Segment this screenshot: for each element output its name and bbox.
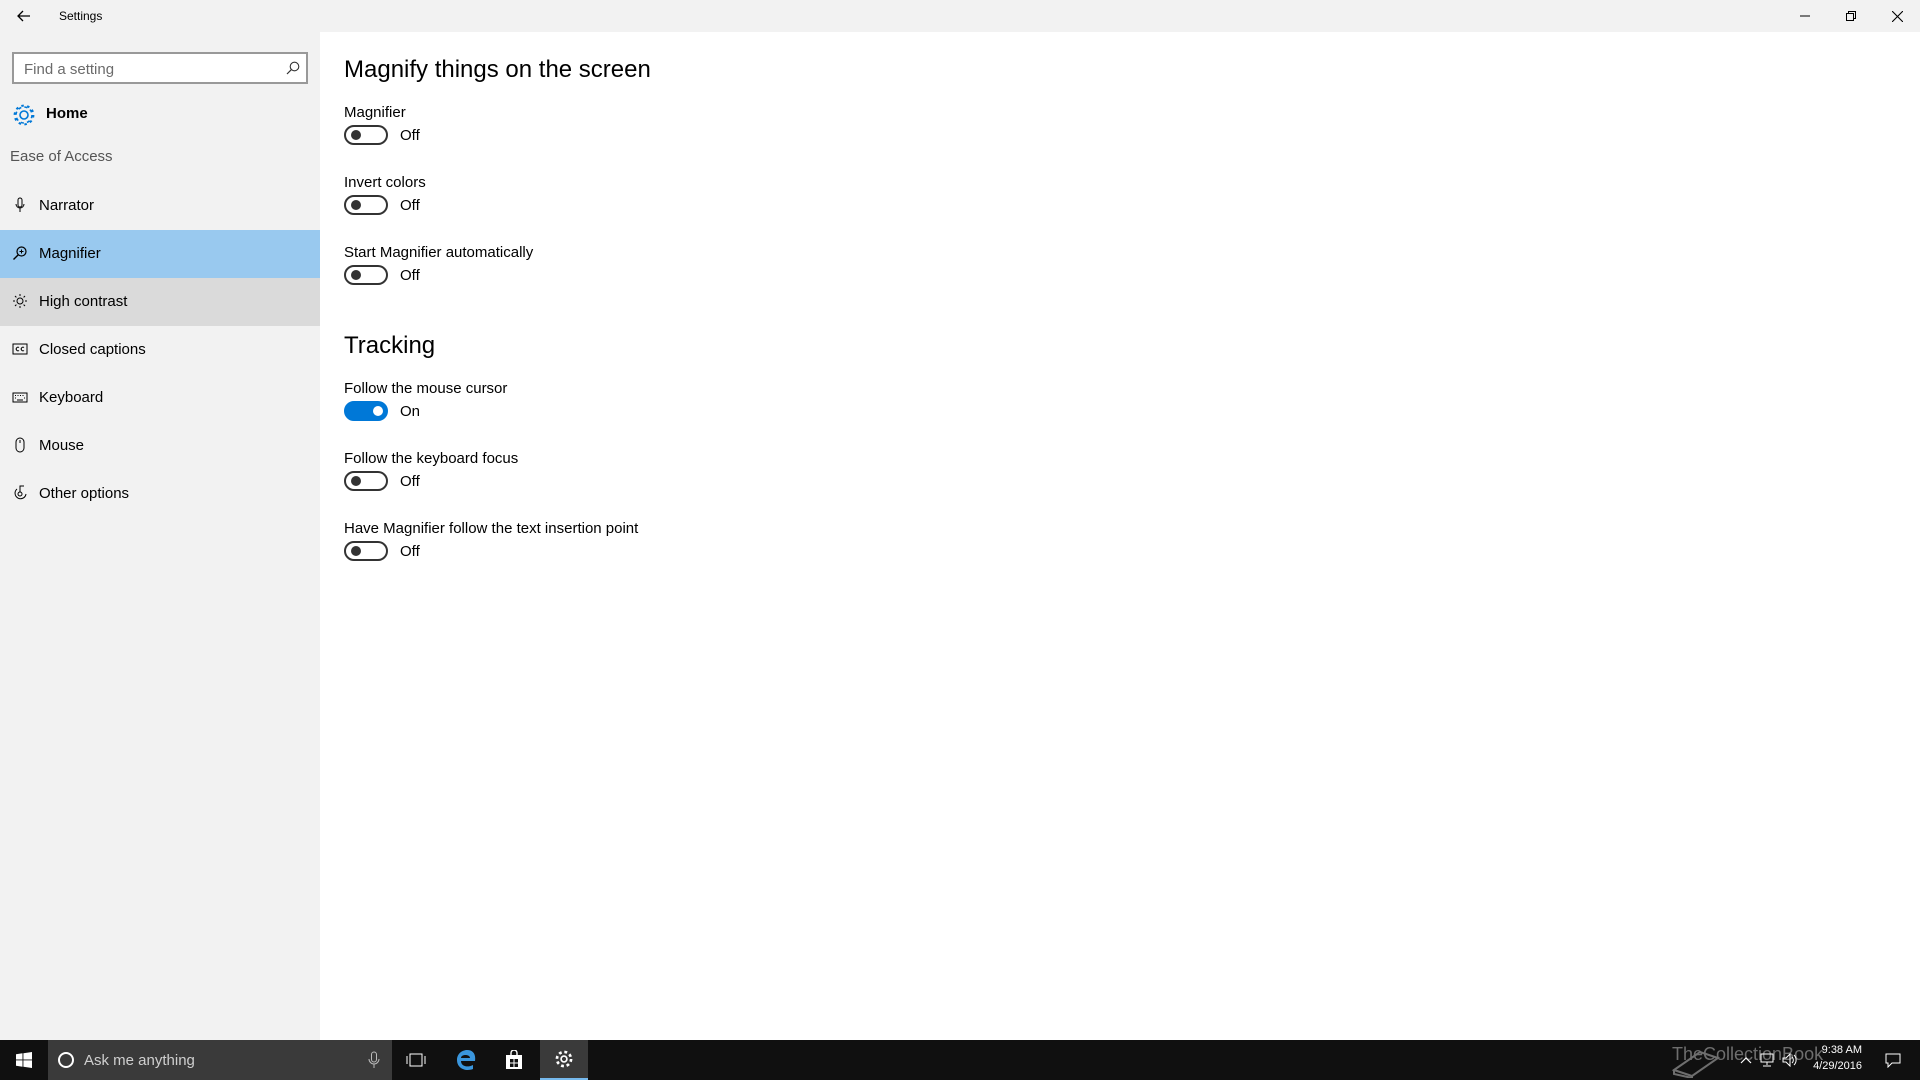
cortana-placeholder: Ask me anything — [84, 1052, 195, 1069]
search-placeholder: Find a setting — [24, 61, 115, 78]
task-view-icon — [406, 1053, 426, 1067]
toggle-knob — [351, 200, 361, 210]
settings-gear-icon — [555, 1050, 573, 1068]
cortana-search-box[interactable]: Ask me anything — [48, 1040, 392, 1080]
setting-follow-keyboard-focus: Follow the keyboard focus Off — [344, 450, 944, 506]
captions-icon — [12, 343, 28, 355]
sidebar-item-high-contrast[interactable]: High contrast — [0, 278, 320, 326]
magnifier-toggle[interactable] — [344, 125, 388, 145]
title-bar: Settings — [0, 0, 1920, 32]
setting-invert-colors: Invert colors Off — [344, 174, 944, 230]
gear-icon — [13, 104, 35, 126]
keyboard-icon — [12, 392, 28, 403]
store-icon — [506, 1050, 522, 1069]
action-center-button[interactable] — [1878, 1040, 1908, 1080]
back-arrow-icon — [17, 10, 30, 22]
restore-button[interactable] — [1828, 0, 1874, 32]
setting-follow-text-insertion-point: Have Magnifier follow the text insertion… — [344, 520, 944, 576]
start-button[interactable] — [0, 1040, 48, 1080]
sidebar-item-label: Narrator — [39, 197, 95, 214]
toggle-state: Off — [400, 127, 420, 144]
follow-mouse-toggle[interactable] — [344, 401, 388, 421]
taskbar-settings[interactable] — [540, 1040, 588, 1080]
chevron-up-icon — [1740, 1057, 1752, 1064]
edge-icon — [457, 1050, 476, 1070]
start-magnifier-toggle[interactable] — [344, 265, 388, 285]
page-title: Magnify things on the screen — [344, 56, 651, 83]
setting-magnifier: Magnifier Off — [344, 104, 944, 160]
toggle-state: Off — [400, 473, 420, 490]
search-input[interactable]: Find a setting — [12, 52, 308, 84]
sidebar-item-magnifier[interactable]: Magnifier — [0, 230, 320, 278]
show-hidden-icons-button[interactable] — [1736, 1040, 1756, 1080]
windows-logo-icon — [16, 1052, 32, 1068]
taskbar-store[interactable] — [490, 1040, 538, 1080]
setting-label: Start Magnifier automatically — [344, 244, 534, 261]
sidebar-item-label: Magnifier — [39, 245, 101, 262]
sidebar-item-label: High contrast — [39, 293, 128, 310]
volume-button[interactable] — [1778, 1040, 1802, 1080]
setting-label: Have Magnifier follow the text insertion… — [344, 520, 639, 537]
other-options-icon — [14, 485, 27, 500]
close-icon — [1891, 10, 1903, 22]
sidebar-item-narrator[interactable]: Narrator — [0, 182, 320, 230]
invert-colors-toggle[interactable] — [344, 195, 388, 215]
sidebar-item-label: Other options — [39, 485, 130, 502]
setting-label: Invert colors — [344, 174, 426, 191]
toggle-knob — [373, 406, 383, 416]
sidebar-item-label: Mouse — [39, 437, 85, 454]
sidebar-item-other-options[interactable]: Other options — [0, 470, 320, 518]
taskbar-clock[interactable]: 9:38 AM 4/29/2016 — [1813, 1042, 1862, 1074]
home-label: Home — [46, 105, 88, 122]
toggle-state: Off — [400, 267, 420, 284]
follow-keyboard-toggle[interactable] — [344, 471, 388, 491]
toggle-knob — [351, 476, 361, 486]
toggle-state: Off — [400, 197, 420, 214]
magnifier-icon — [13, 246, 27, 260]
minimize-button[interactable] — [1782, 0, 1828, 32]
task-view-button[interactable] — [392, 1040, 440, 1080]
narrator-icon — [15, 197, 25, 212]
notification-icon — [1885, 1053, 1901, 1068]
sidebar: Find a setting Home Ease of Access Narra… — [0, 32, 320, 1040]
network-icon — [1760, 1053, 1774, 1067]
network-button[interactable] — [1756, 1040, 1778, 1080]
toggle-knob — [351, 130, 361, 140]
toggle-state: Off — [400, 543, 420, 560]
volume-icon — [1782, 1053, 1797, 1067]
setting-label: Magnifier — [344, 104, 406, 121]
window-title: Settings — [59, 9, 103, 23]
restore-icon — [1846, 11, 1856, 21]
sidebar-item-mouse[interactable]: Mouse — [0, 422, 320, 470]
follow-text-insertion-toggle[interactable] — [344, 541, 388, 561]
microphone-icon — [368, 1051, 380, 1068]
cortana-icon — [58, 1052, 74, 1068]
setting-label: Follow the keyboard focus — [344, 450, 519, 467]
close-button[interactable] — [1874, 0, 1920, 32]
setting-start-magnifier-automatically: Start Magnifier automatically Off — [344, 244, 944, 300]
main-content: Magnify things on the screen Magnifier O… — [320, 32, 1920, 1040]
taskbar: Ask me anything TheCollectionBook 9:38 A… — [0, 1040, 1920, 1080]
tracking-heading: Tracking — [344, 332, 436, 359]
minimize-icon — [1800, 15, 1810, 17]
home-link[interactable]: Home — [0, 94, 320, 134]
sidebar-item-label: Keyboard — [39, 389, 104, 406]
setting-label: Follow the mouse cursor — [344, 380, 508, 397]
taskbar-edge[interactable] — [442, 1040, 490, 1080]
sidebar-item-keyboard[interactable]: Keyboard — [0, 374, 320, 422]
sidebar-item-closed-captions[interactable]: Closed captions — [0, 326, 320, 374]
brightness-icon — [13, 294, 27, 308]
clock-date: 4/29/2016 — [1813, 1060, 1862, 1072]
mouse-icon — [15, 437, 25, 453]
toggle-knob — [351, 270, 361, 280]
search-icon — [286, 61, 300, 75]
sidebar-item-label: Closed captions — [39, 341, 146, 358]
toggle-knob — [351, 546, 361, 556]
clock-time: 9:38 AM — [1821, 1044, 1862, 1056]
category-heading: Ease of Access — [10, 148, 113, 165]
toggle-state: On — [400, 403, 421, 420]
back-button[interactable] — [0, 0, 48, 32]
setting-follow-mouse-cursor: Follow the mouse cursor On — [344, 380, 944, 436]
